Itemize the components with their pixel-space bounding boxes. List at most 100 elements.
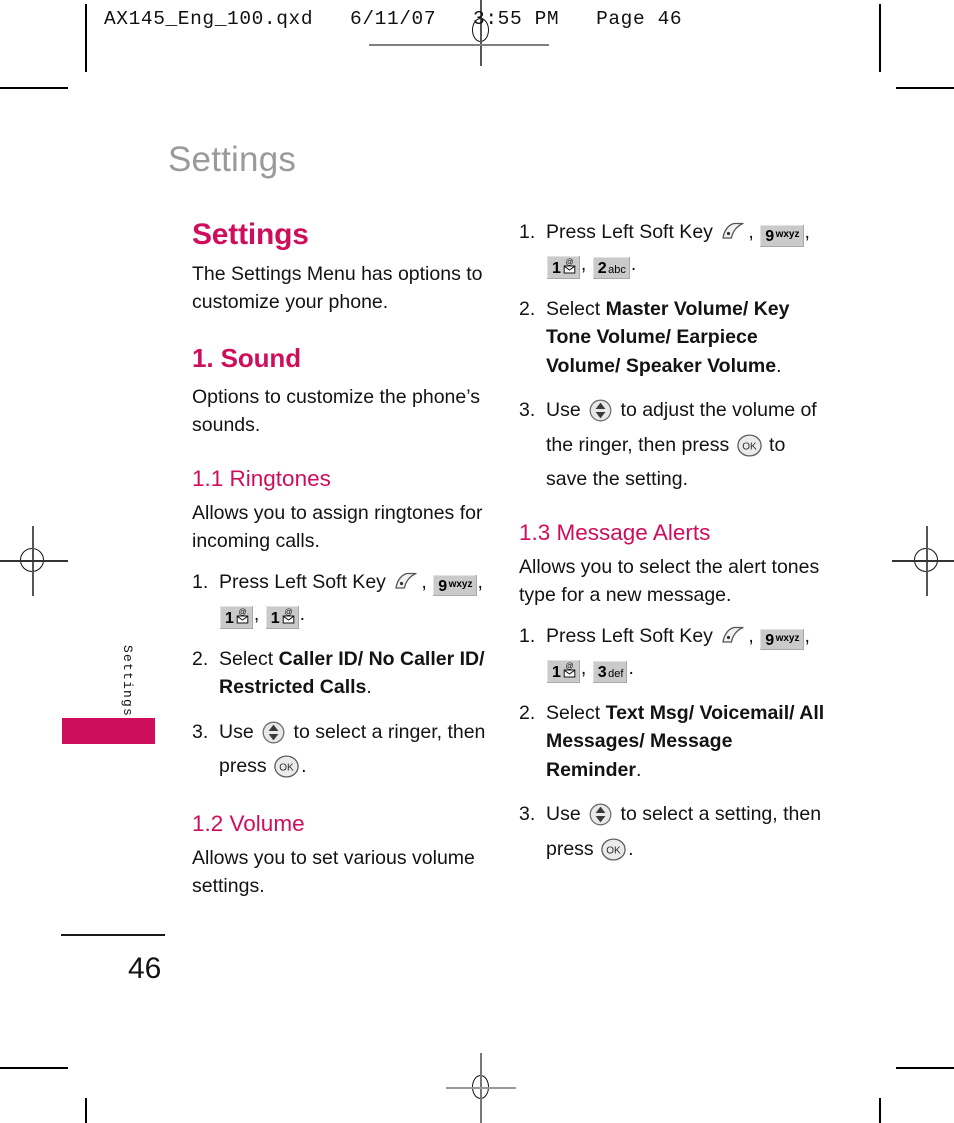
ok-key-icon: OK bbox=[274, 755, 299, 786]
registration-horizontal-line bbox=[892, 560, 954, 562]
crop-mark-top-right-vertical bbox=[879, 4, 881, 72]
comma: , bbox=[580, 657, 587, 680]
crop-mark-bottom-left-horizontal bbox=[0, 1067, 68, 1069]
up-down-navigation-icon bbox=[589, 399, 612, 430]
ok-key-icon: OK bbox=[601, 838, 626, 869]
key-envelope-icon: @ bbox=[563, 257, 576, 274]
crop-mark-bottom-left-vertical bbox=[85, 1098, 87, 1123]
key-digit: 3 bbox=[597, 664, 607, 682]
left-soft-key-icon bbox=[393, 572, 419, 600]
key-digit: 1 bbox=[270, 610, 280, 628]
step-number: 2. bbox=[192, 647, 209, 670]
registration-mark-left bbox=[0, 526, 68, 596]
page-title: Settings bbox=[192, 218, 309, 251]
step-number: 1. bbox=[519, 624, 536, 647]
comma: , bbox=[748, 221, 754, 243]
svg-text:OK: OK bbox=[742, 441, 757, 452]
registration-mark-bottom bbox=[446, 1053, 516, 1123]
sound-intro: Options to customize the phone’s sounds. bbox=[192, 385, 480, 437]
key-9-wxyz: 9 wxyz bbox=[760, 628, 804, 651]
step-item: 2. Select Master Volume/ Key Tone Volume… bbox=[519, 295, 829, 380]
step-item: 3. Use to adjust the volume of the ringe… bbox=[519, 396, 829, 493]
key-letters: wxyz bbox=[448, 578, 473, 590]
ringtones-intro: Allows you to assign ringtones for incom… bbox=[192, 501, 483, 553]
key-9-wxyz: 9 wxyz bbox=[760, 225, 804, 247]
message-alerts-steps: 1. Press Left Soft Key , 9 wxyz, 1 @, 3 def… bbox=[519, 622, 829, 869]
right-column: 1. Press Left Soft Key , 9 wxyz, 1 @, 2 abc… bbox=[519, 218, 829, 885]
comma: , bbox=[253, 603, 260, 626]
ringtones-steps: 1. Press Left Soft Key , 9 wxyz, 1 @, 1 @. … bbox=[192, 568, 492, 787]
svg-text:OK: OK bbox=[279, 763, 294, 774]
key-3-def: 3 def bbox=[592, 661, 628, 683]
step-mid: to select a setting, then press bbox=[546, 803, 822, 860]
comma: , bbox=[477, 570, 483, 593]
step-number: 2. bbox=[519, 297, 536, 320]
step-text: Press Left Soft Key bbox=[219, 570, 386, 593]
step-tail: . bbox=[630, 253, 637, 276]
heading-message-alerts: 1.3 Message Alerts bbox=[519, 519, 711, 545]
crop-mark-bottom-right-vertical bbox=[879, 1098, 881, 1123]
key-9-wxyz: 9 wxyz bbox=[433, 574, 477, 597]
key-digit: 9 bbox=[438, 577, 448, 595]
comma: , bbox=[804, 624, 810, 647]
key-1-voicemail: 1 @ bbox=[220, 606, 253, 629]
svg-text:@: @ bbox=[565, 662, 573, 671]
running-head: Settings bbox=[168, 140, 297, 179]
heading-volume: 1.2 Volume bbox=[192, 810, 305, 836]
key-letters: wxyz bbox=[775, 229, 800, 240]
step-number: 2. bbox=[519, 701, 536, 724]
step-item: 2. Select Caller ID/ No Caller ID/ Restr… bbox=[192, 645, 492, 702]
volume-steps: 1. Press Left Soft Key , 9 wxyz, 1 @, 2 abc… bbox=[519, 218, 829, 494]
key-letters: abc bbox=[608, 264, 626, 277]
left-soft-key-icon bbox=[720, 626, 746, 654]
page-canvas: AX145_Eng_100.qxd 6/11/07 3:55 PM Page 4… bbox=[0, 0, 954, 1123]
step-number: 3. bbox=[192, 720, 209, 743]
key-1-voicemail: 1 @ bbox=[547, 660, 580, 683]
key-2-abc: 2 abc bbox=[592, 257, 630, 279]
step-tail: . bbox=[628, 657, 634, 680]
key-envelope-icon: @ bbox=[563, 661, 576, 678]
left-column: Settings The Settings Menu has options t… bbox=[192, 218, 492, 905]
key-digit: 9 bbox=[765, 228, 775, 245]
step-number: 3. bbox=[519, 803, 536, 826]
key-envelope-icon: @ bbox=[282, 607, 295, 624]
step-item: 1. Press Left Soft Key , 9 wxyz, 1 @, 1 @. bbox=[192, 568, 492, 629]
key-envelope-icon: @ bbox=[236, 607, 249, 624]
crop-mark-top-left-horizontal bbox=[0, 87, 68, 89]
settings-intro: The Settings Menu has options to customi… bbox=[192, 263, 483, 314]
ok-key-icon: OK bbox=[736, 434, 762, 465]
heading-sound: 1. Sound bbox=[192, 342, 301, 373]
key-letters: wxyz bbox=[775, 632, 800, 644]
step-item: 2. Select Text Msg/ Voicemail/ All Messa… bbox=[519, 699, 829, 784]
step-number: 1. bbox=[192, 570, 209, 593]
step-tail: . bbox=[628, 837, 634, 860]
comma: , bbox=[421, 570, 427, 593]
key-digit: 9 bbox=[765, 631, 775, 649]
step-item: 1. Press Left Soft Key , 9 wxyz, 1 @, 3 def… bbox=[519, 622, 829, 683]
heading-ringtones: 1.1 Ringtones bbox=[192, 465, 331, 491]
side-tab-block bbox=[62, 718, 155, 744]
key-digit: 2 bbox=[597, 260, 607, 278]
step-tail: . bbox=[635, 758, 642, 781]
step-item: 3. Use to select a ringer, then press OK… bbox=[192, 718, 492, 787]
step-text: Press Left Soft Key bbox=[546, 624, 713, 647]
step-text: Select bbox=[219, 647, 279, 670]
registration-horizontal-line bbox=[446, 1087, 516, 1089]
message-alerts-intro: Allows you to select the alert tones typ… bbox=[519, 555, 820, 607]
step-text: Use bbox=[546, 803, 587, 826]
registration-horizontal-line bbox=[0, 560, 68, 562]
step-text: Use bbox=[219, 720, 260, 743]
step-tail: . bbox=[366, 676, 372, 699]
step-item: 1. Press Left Soft Key , 9 wxyz, 1 @, 2 abc… bbox=[519, 218, 829, 279]
page-number: 46 bbox=[128, 952, 162, 985]
volume-intro: Allows you to set various volume setting… bbox=[192, 846, 475, 898]
svg-text:@: @ bbox=[238, 608, 246, 617]
step-number: 3. bbox=[519, 399, 536, 422]
svg-text:@: @ bbox=[284, 608, 292, 617]
comma: , bbox=[580, 253, 587, 276]
svg-text:@: @ bbox=[565, 258, 573, 267]
step-number: 1. bbox=[519, 221, 536, 243]
key-digit: 1 bbox=[552, 260, 561, 278]
step-item: 3. Use to select a setting, then press O… bbox=[519, 800, 829, 869]
crop-mark-bottom-right-horizontal bbox=[896, 1067, 954, 1069]
